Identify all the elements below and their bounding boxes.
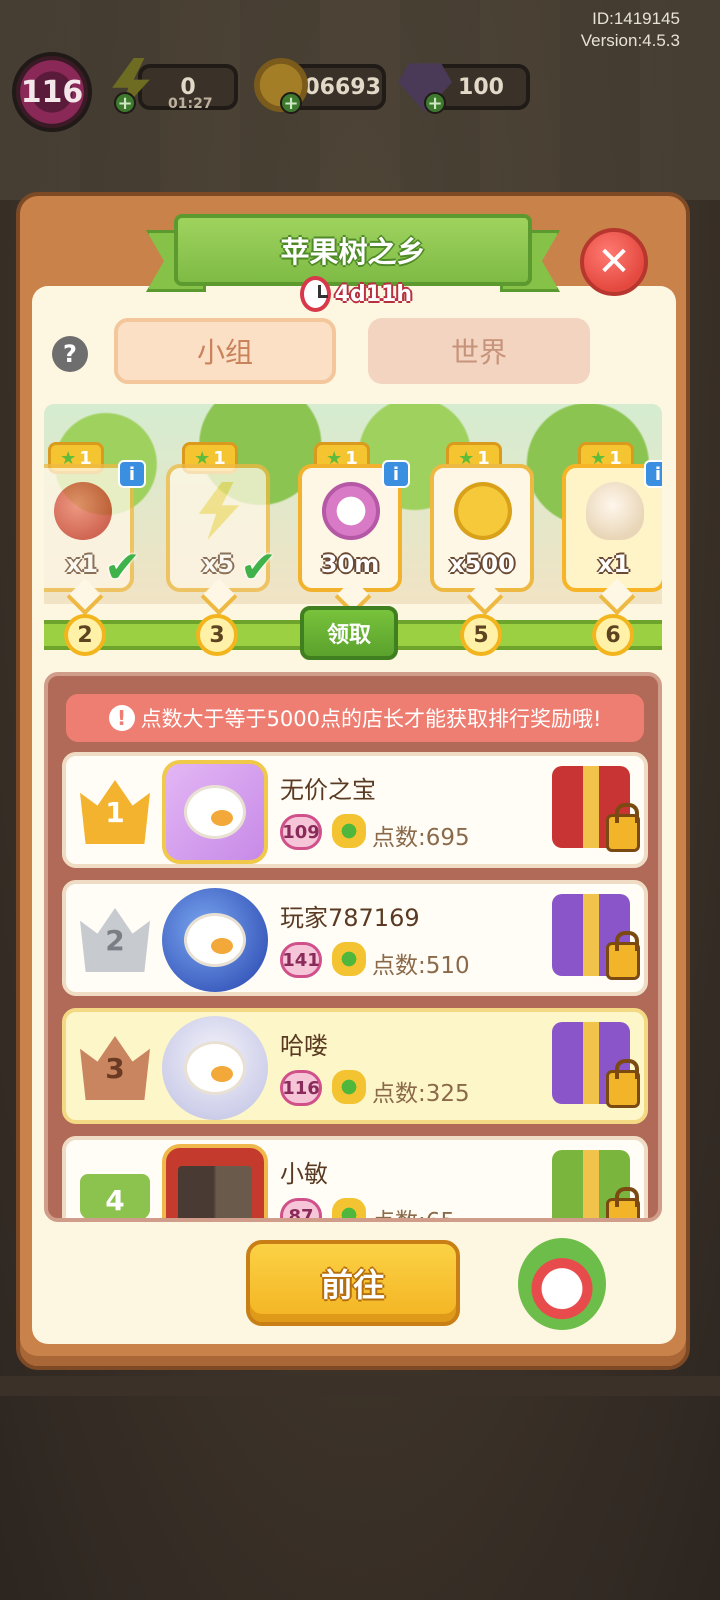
help-button[interactable]: ?	[52, 336, 88, 372]
add-gems-button[interactable]: +	[424, 92, 446, 114]
duck-avatar-icon	[184, 913, 246, 967]
player-name: 哈喽	[280, 1032, 328, 1060]
gem-value: 100	[458, 74, 504, 100]
clover-icon	[332, 942, 366, 976]
chick-icon	[586, 482, 644, 540]
rank-badge: 4	[80, 1174, 150, 1218]
lock-icon	[606, 931, 640, 980]
avatar[interactable]	[162, 888, 268, 992]
milestone-node: 5	[460, 614, 502, 656]
player-points: 点数:325	[372, 1081, 470, 1107]
duck-avatar-icon	[184, 785, 246, 839]
reward-track[interactable]: ★ 1 x1 i ✔ 2 ★ 1 x5 ✔ 3 ★ 1 30m i 领取 ★ 1 x50…	[44, 404, 662, 660]
question-icon: ?	[63, 340, 77, 368]
version-text: Version:4.5.3	[580, 31, 680, 50]
ranking-row[interactable]: 4 小敏 87 点数:65	[62, 1136, 648, 1222]
avatar[interactable]	[162, 760, 268, 864]
milestone-node: 2	[64, 614, 106, 656]
ranking-list[interactable]: ! 点数大于等于5000点的店长才能获取排行奖励哦! 1 无价之宝 109 点数…	[44, 672, 662, 1222]
player-name: 小敏	[280, 1160, 328, 1188]
photo-avatar	[178, 1166, 252, 1218]
energy-timer: 01:27	[168, 96, 213, 112]
milestone-node: 3	[196, 614, 238, 656]
ranking-row[interactable]: 1 无价之宝 109 点数:695	[62, 752, 648, 868]
apple-icon	[54, 482, 112, 540]
player-name: 玩家787169	[280, 904, 420, 932]
event-timer-text: 4d11h	[334, 281, 412, 307]
rank-badge-silver: 2	[80, 908, 150, 972]
mascot-icon[interactable]	[518, 1238, 606, 1330]
player-level: 141	[280, 942, 322, 978]
warning-icon: !	[108, 705, 135, 731]
clover-icon	[332, 1070, 366, 1104]
clock-icon	[300, 276, 331, 312]
bottom-edge	[0, 1376, 720, 1396]
lock-icon	[606, 1187, 640, 1218]
info-icon[interactable]: i	[382, 460, 410, 488]
lock-icon	[606, 803, 640, 852]
reward-quantity: x500	[449, 550, 515, 578]
rank-badge-gold: 1	[80, 780, 150, 844]
event-timer: 4d11h	[300, 276, 412, 312]
reward-card-coin[interactable]: x500	[430, 464, 534, 592]
clock-icon	[322, 482, 380, 540]
player-points: 点数:695	[372, 825, 470, 851]
clover-icon	[332, 814, 366, 848]
player-id: ID:1419145	[592, 9, 680, 28]
go-button[interactable]: 前往	[246, 1240, 460, 1326]
energy-icon	[198, 482, 240, 540]
player-level-badge[interactable]: 116	[12, 52, 92, 132]
add-coins-button[interactable]: +	[280, 92, 302, 114]
player-name: 无价之宝	[280, 776, 376, 804]
build-info: ID:1419145 Version:4.5.3	[581, 8, 680, 52]
player-level: 87	[280, 1198, 322, 1218]
check-icon: ✔	[104, 542, 141, 593]
clover-icon	[332, 1198, 366, 1218]
ranking-notice: ! 点数大于等于5000点的店长才能获取排行奖励哦!	[66, 694, 644, 742]
coin-icon	[454, 482, 512, 540]
milestone-node: 6	[592, 614, 634, 656]
notice-text: 点数大于等于5000点的店长才能获取排行奖励哦!	[140, 707, 602, 731]
player-level: 116	[280, 1070, 322, 1106]
info-icon[interactable]: i	[118, 460, 146, 488]
player-level: 109	[280, 814, 322, 850]
close-icon: ✕	[597, 239, 631, 285]
ranking-row-self[interactable]: 3 哈喽 116 点数:325	[62, 1008, 648, 1124]
duck-avatar-icon	[184, 1041, 246, 1095]
tab-group[interactable]: 小组	[114, 318, 336, 384]
claim-button[interactable]: 领取	[300, 606, 398, 660]
ranking-row[interactable]: 2 玩家787169 141 点数:510	[62, 880, 648, 996]
avatar[interactable]	[162, 1016, 268, 1120]
close-button[interactable]: ✕	[580, 228, 648, 296]
check-icon: ✔	[240, 542, 277, 593]
rank-badge-bronze: 3	[80, 1036, 150, 1100]
player-points: 点数:65	[372, 1209, 456, 1222]
tab-world[interactable]: 世界	[368, 318, 590, 384]
info-icon[interactable]: i	[644, 460, 662, 488]
avatar[interactable]	[162, 1144, 268, 1218]
reward-quantity: 30m	[320, 550, 380, 578]
lock-icon	[606, 1059, 640, 1108]
player-points: 点数:510	[372, 953, 470, 979]
reward-quantity: x1	[597, 550, 631, 578]
add-energy-button[interactable]: +	[114, 92, 136, 114]
